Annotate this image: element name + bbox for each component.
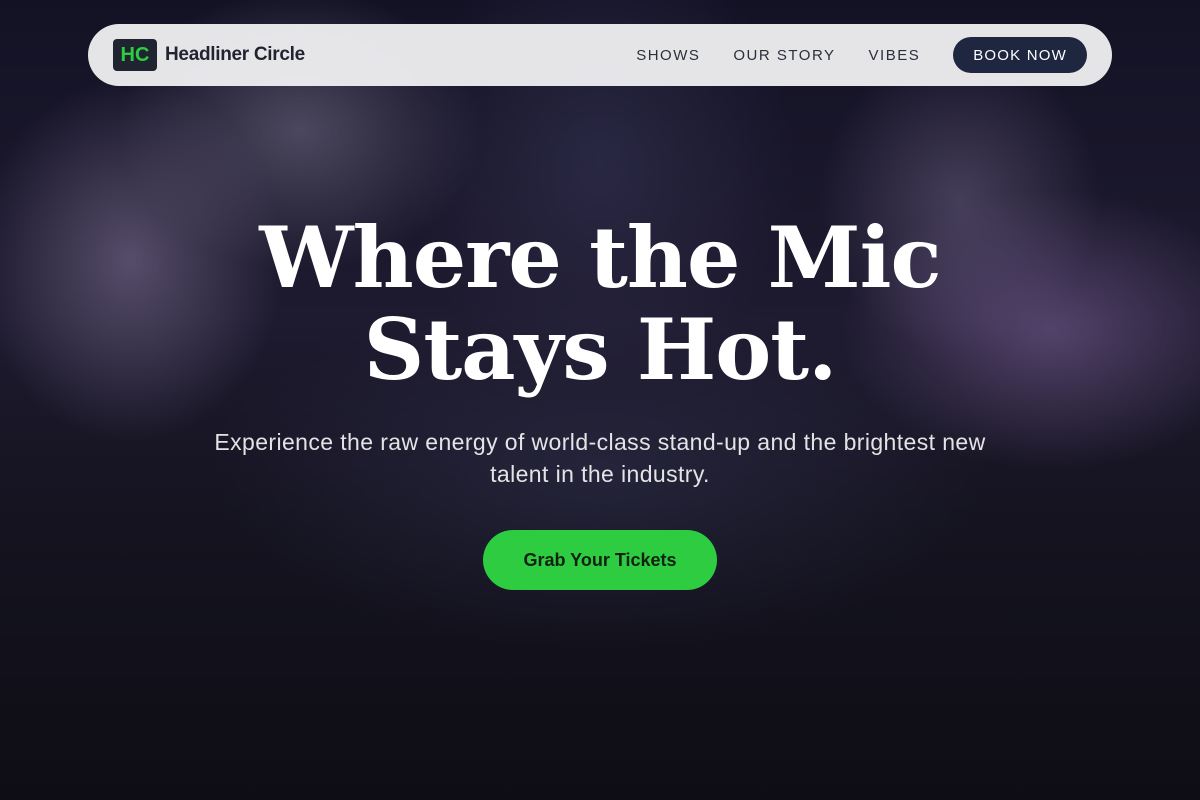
hero-headline-line2: Stays Hot. bbox=[363, 300, 838, 399]
hero-headline: Where the Mic Stays Hot. bbox=[0, 212, 1200, 396]
logo-badge: HC bbox=[113, 39, 157, 71]
hero-overlay bbox=[0, 0, 1200, 800]
nav-links: SHOWS OUR STORY VIBES BOOK NOW bbox=[636, 37, 1087, 73]
brand-name: Headliner Circle bbox=[165, 44, 305, 65]
hero-headline-line1: Where the Mic bbox=[259, 208, 941, 307]
nav-link-vibes[interactable]: VIBES bbox=[869, 47, 921, 64]
grab-tickets-button[interactable]: Grab Your Tickets bbox=[483, 530, 717, 590]
hero-subtitle: Experience the raw energy of world-class… bbox=[214, 429, 986, 487]
brand-link[interactable]: HC Headliner Circle bbox=[113, 39, 305, 71]
nav-link-our-story[interactable]: OUR STORY bbox=[733, 47, 835, 64]
book-now-button[interactable]: BOOK NOW bbox=[953, 37, 1087, 73]
nav-link-shows[interactable]: SHOWS bbox=[636, 47, 700, 64]
top-navbar: HC Headliner Circle SHOWS OUR STORY VIBE… bbox=[88, 24, 1112, 86]
